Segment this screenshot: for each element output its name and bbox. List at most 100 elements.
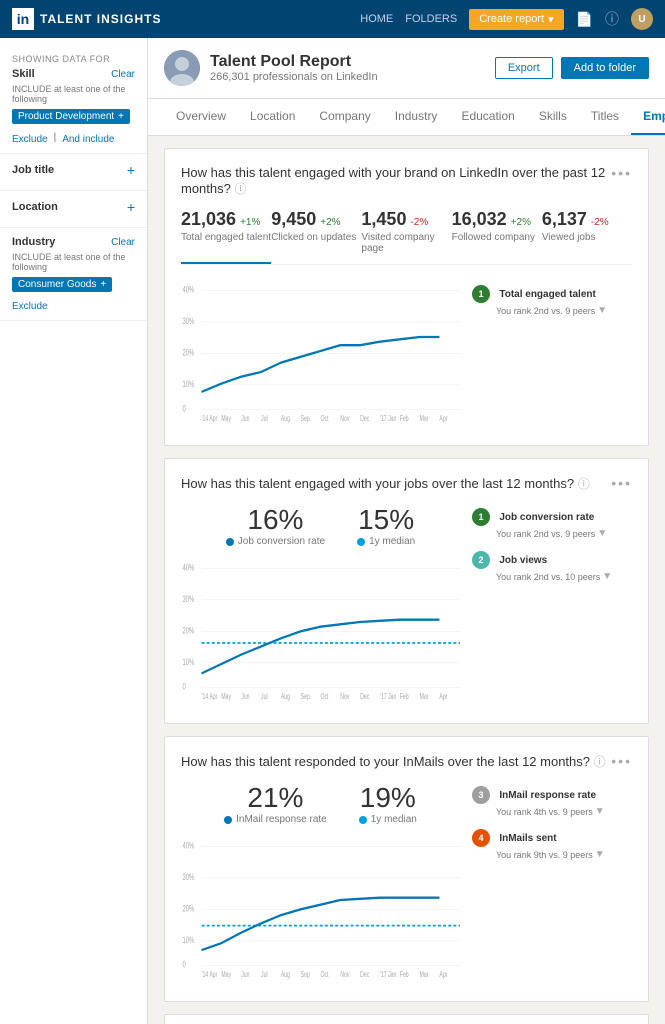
skill-clear[interactable]: Clear (111, 69, 135, 80)
home-link[interactable]: HOME (360, 13, 393, 25)
avatar[interactable]: U (631, 8, 653, 30)
tab-employer-brand[interactable]: Employer brand (631, 99, 665, 135)
svg-text:10%: 10% (182, 935, 194, 946)
nav-right: HOME FOLDERS Create report ▾ 📄 ⓘ U (360, 8, 653, 30)
tab-industry[interactable]: Industry (383, 99, 450, 135)
industry-tag[interactable]: Consumer Goods + (12, 277, 112, 292)
stat-jobs-label: Viewed jobs (542, 232, 632, 243)
card3-chart: 21% InMail response rate 19% 1y median 4… (181, 782, 460, 985)
stat-visited-value: 1,450 (361, 209, 406, 229)
tab-overview[interactable]: Overview (164, 99, 238, 135)
stat-followed[interactable]: 16,032+2% Followed company (452, 209, 542, 264)
logo: in TALENT INSIGHTS (12, 8, 161, 30)
location-label: Location (12, 201, 58, 213)
brand-engagement-svg: 40% 30% 20% 10% 0 (181, 281, 460, 421)
card3-menu[interactable]: ••• (611, 753, 632, 769)
svg-text:Dec: Dec (360, 971, 370, 979)
svg-text:Sep: Sep (301, 415, 310, 423)
tab-education[interactable]: Education (449, 99, 526, 135)
export-button[interactable]: Export (495, 57, 553, 79)
report-info: Talent Pool Report 266,301 professionals… (210, 53, 378, 83)
svg-text:40%: 40% (182, 284, 194, 295)
notification-icon[interactable]: 📄 (576, 11, 593, 28)
svg-text:Dec: Dec (360, 693, 370, 701)
svg-text:20%: 20% (182, 625, 194, 636)
industry-clear[interactable]: Clear (111, 237, 135, 248)
value-propositions-card: What employer value propositions are mos… (164, 1014, 649, 1024)
card3-title: How has this talent responded to your In… (181, 753, 606, 770)
stat-total-value: 21,036 (181, 209, 236, 229)
ranking-label-job-views: Job views (499, 555, 547, 566)
svg-text:10%: 10% (182, 657, 194, 668)
svg-text:May: May (221, 693, 231, 701)
svg-text:Jun: Jun (241, 415, 249, 423)
svg-text:'17 Jan: '17 Jan (380, 971, 397, 979)
stat-viewed-jobs[interactable]: 6,137-2% Viewed jobs (542, 209, 632, 264)
svg-text:'14 Apr: '14 Apr (202, 693, 218, 701)
tab-skills[interactable]: Skills (527, 99, 579, 135)
location-add[interactable]: + (127, 199, 135, 215)
location-section: Location + (0, 199, 147, 228)
card3-chart-area: 21% InMail response rate 19% 1y median 4… (181, 782, 632, 985)
help-icon[interactable]: ⓘ (605, 9, 619, 29)
svg-text:10%: 10% (182, 379, 194, 390)
add-to-folder-button[interactable]: Add to folder (561, 57, 649, 79)
stat-clicked-change: +2% (320, 217, 340, 228)
svg-text:Oct: Oct (321, 971, 329, 979)
skill-tag[interactable]: Product Development + (12, 109, 130, 124)
card2-info-icon[interactable]: ⓘ (578, 477, 590, 491)
skill-exclude[interactable]: Exclude (12, 134, 48, 145)
industry-desc: INCLUDE at least one of the following (12, 252, 135, 272)
svg-text:Jul: Jul (261, 415, 268, 423)
svg-text:May: May (221, 971, 231, 979)
stat-visited[interactable]: 1,450-2% Visited company page (361, 209, 451, 264)
skill-section: Skill Clear INCLUDE at least one of the … (0, 68, 147, 154)
inmail-response-label: InMail response rate (224, 814, 327, 825)
ranking-badge-inmail-rate: 3 (472, 786, 490, 804)
industry-header: Industry Clear (12, 236, 135, 248)
ranking-item-1: 1 Total engaged talent You rank 2nd vs. … (472, 285, 632, 316)
svg-text:30%: 30% (182, 316, 194, 327)
tab-location[interactable]: Location (238, 99, 307, 135)
tab-titles[interactable]: Titles (579, 99, 631, 135)
svg-text:0: 0 (182, 959, 186, 970)
skill-and-include[interactable]: And include (62, 134, 114, 145)
stat-visited-label: Visited company page (361, 232, 451, 254)
card2-title: How has this talent engaged with your jo… (181, 475, 590, 492)
report-actions: Export Add to folder (495, 57, 649, 79)
stat-followed-change: +2% (511, 217, 531, 228)
create-report-button[interactable]: Create report ▾ (469, 9, 563, 30)
main-content: Talent Pool Report 266,301 professionals… (148, 38, 665, 1024)
folders-link[interactable]: FOLDERS (405, 13, 457, 25)
svg-text:Oct: Oct (321, 693, 329, 701)
svg-text:40%: 40% (182, 562, 194, 573)
card1-info-icon[interactable]: ⓘ (234, 182, 246, 196)
stat-total-label: Total engaged talent (181, 232, 271, 243)
svg-text:30%: 30% (182, 594, 194, 605)
card2-chart-area: 16% Job conversion rate 15% 1y median 40… (181, 504, 632, 707)
brand-engagement-chart: 40% 30% 20% 10% 0 (181, 281, 460, 421)
job-conversion-stat: 16% Job conversion rate (226, 504, 325, 547)
job-title-add[interactable]: + (127, 162, 135, 178)
skill-title: Skill (12, 68, 35, 80)
svg-text:Aug: Aug (281, 693, 290, 701)
card3-info-icon[interactable]: ⓘ (594, 755, 606, 769)
report-subtitle: 266,301 professionals on LinkedIn (210, 71, 378, 83)
card2-menu[interactable]: ••• (611, 475, 632, 491)
svg-text:May: May (221, 415, 231, 423)
card1-menu[interactable]: ••• (611, 165, 632, 181)
report-header: Talent Pool Report 266,301 professionals… (148, 38, 665, 99)
stat-clicked[interactable]: 9,450+2% Clicked on updates (271, 209, 361, 264)
card3-ranking: 3 InMail response rate You rank 4th vs. … (472, 782, 632, 985)
svg-text:20%: 20% (182, 347, 194, 358)
logo-icon: in (12, 8, 34, 30)
svg-text:0: 0 (182, 681, 186, 692)
stat-jobs-change: -2% (591, 217, 609, 228)
card1-title: How has this talent engaged with your br… (181, 165, 611, 197)
svg-text:Oct: Oct (321, 415, 329, 423)
stat-total-engaged[interactable]: 21,036+1% Total engaged talent (181, 209, 271, 264)
card1-chart: 40% 30% 20% 10% 0 (181, 281, 460, 429)
industry-exclude[interactable]: Exclude (12, 301, 48, 312)
report-avatar (164, 50, 200, 86)
tab-company[interactable]: Company (307, 99, 382, 135)
